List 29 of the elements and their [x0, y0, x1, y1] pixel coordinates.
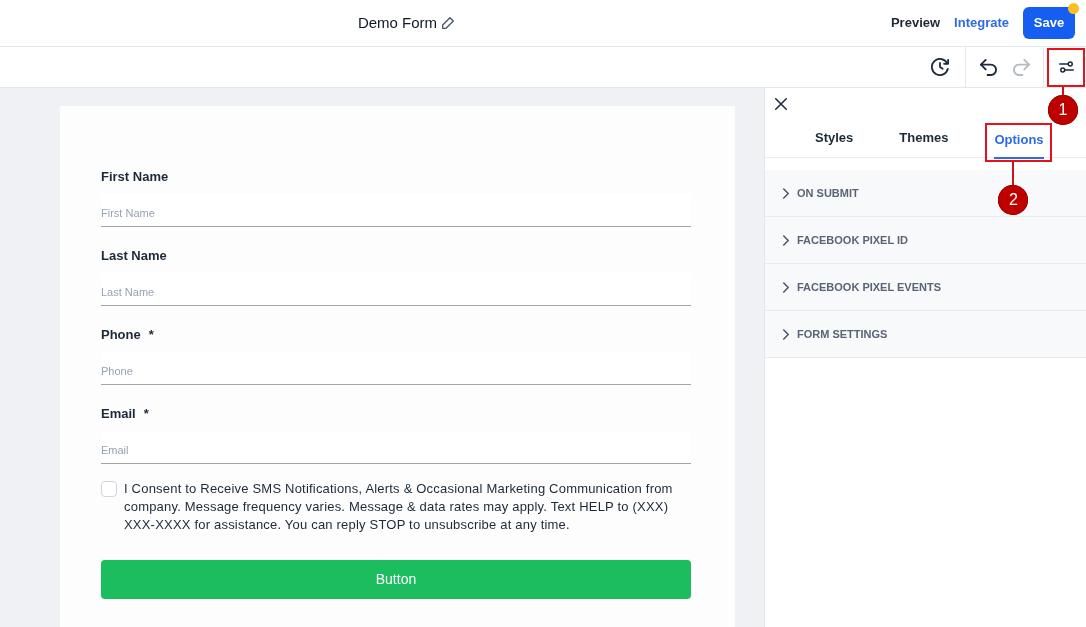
redo-icon — [1012, 58, 1030, 76]
chevron-right-icon — [783, 328, 789, 340]
consent-checkbox[interactable] — [101, 481, 117, 497]
field-label: Phone — [101, 326, 141, 344]
chevron-right-icon — [783, 281, 789, 293]
header-link[interactable]: Integrate — [954, 13, 1009, 33]
chevron-right-icon — [783, 234, 789, 246]
field-label: First Name — [101, 168, 169, 186]
panel-tab[interactable]: Themes — [899, 123, 949, 157]
accordion-header[interactable]: FORM SETTINGS — [765, 311, 1086, 358]
close-icon — [775, 98, 787, 110]
field-label: Last Name — [101, 247, 167, 265]
header-link[interactable]: Preview — [890, 13, 941, 33]
panel-tab[interactable]: Options — [994, 125, 1044, 159]
chevron-right-icon — [783, 187, 789, 199]
required-mark: * — [148, 326, 154, 344]
accordion-header[interactable]: FACEBOOK PIXEL EVENTS — [765, 264, 1086, 311]
consent-text: I Consent to Receive SMS Notifications, Alerts & Occasional Marketing Communication from company. Message frequency varies. Message & data rates may apply. Text HELP to (XXX) XXX-XXXX for assistance. You can reply STOP to unsubscribe at any time. — [124, 480, 674, 534]
sliders-icon — [1058, 60, 1074, 73]
callout-line — [1012, 162, 1015, 185]
panel-tab[interactable]: Styles — [815, 123, 854, 157]
history-icon — [931, 58, 949, 76]
undo-icon — [979, 58, 997, 76]
form-title: Demo Form — [357, 12, 438, 33]
pencil-icon[interactable] — [442, 17, 455, 29]
accordion-header[interactable]: FACEBOOK PIXEL ID — [765, 217, 1086, 264]
close-button[interactable] — [773, 96, 789, 112]
required-mark: * — [143, 405, 149, 423]
field-label: Email — [101, 405, 136, 423]
